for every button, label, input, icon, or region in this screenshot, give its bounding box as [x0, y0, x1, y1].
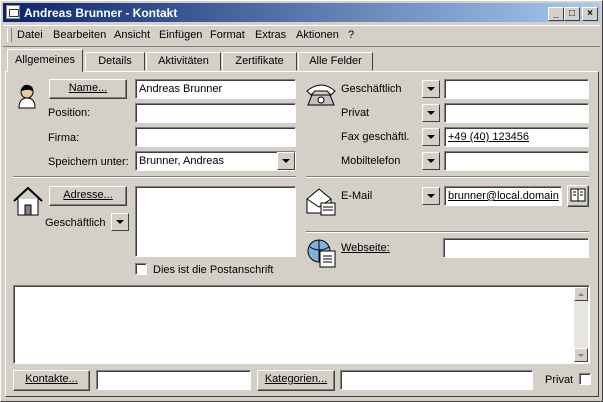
menu-grip	[7, 28, 12, 42]
tab-details[interactable]: Details	[85, 52, 145, 71]
menu-ansicht[interactable]: Ansicht	[114, 29, 150, 41]
email-icon	[306, 188, 336, 216]
person-icon	[18, 84, 36, 109]
private-checkbox[interactable]	[579, 373, 591, 385]
email-value[interactable]: brunner@local.domain	[448, 190, 559, 202]
private-label: Privat	[545, 374, 574, 386]
arrow-up-icon	[578, 293, 584, 296]
file-as-label: Speichern unter:	[48, 156, 129, 168]
mailing-address-checkbox[interactable]	[135, 263, 147, 275]
full-name-field[interactable]: Andreas Brunner	[135, 79, 296, 99]
tab-allgemeines[interactable]: Allgemeines	[7, 49, 83, 72]
notes-textarea[interactable]	[13, 285, 590, 364]
fax-business-field[interactable]: +49 (40) 123456	[444, 127, 589, 147]
mobile-phone-field[interactable]	[444, 151, 589, 171]
tab-alle-felder[interactable]: Alle Felder	[298, 52, 373, 71]
position-label: Position:	[48, 107, 91, 119]
company-label: Firma:	[48, 132, 80, 144]
left-separator	[13, 176, 296, 178]
menu-bearbeiten[interactable]: Bearbeiten	[53, 29, 106, 41]
mailing-address-label: Dies ist die Postanschrift	[153, 264, 274, 276]
fax-business-dropdown[interactable]	[422, 128, 440, 146]
file-as-value: Brunner, Andreas	[139, 155, 225, 167]
menu-help[interactable]: ?	[348, 29, 354, 41]
menu-einfuegen[interactable]: Einfügen	[159, 29, 202, 41]
name-button[interactable]: Name...	[49, 79, 127, 99]
menu-extras[interactable]: Extras	[255, 29, 286, 41]
phone-home-label: Privat	[341, 107, 370, 119]
menu-format[interactable]: Format	[210, 29, 245, 41]
web-page-label: Webseite:	[341, 242, 390, 254]
categories-button[interactable]: Kategorien...	[257, 370, 335, 391]
file-as-dropdown-button[interactable]	[277, 152, 295, 170]
phone-business-dropdown[interactable]	[422, 80, 440, 98]
menu-datei[interactable]: Datei	[17, 29, 43, 41]
phone-icon	[306, 84, 336, 106]
phone-home-field[interactable]	[444, 103, 589, 123]
mobile-phone-dropdown[interactable]	[422, 152, 440, 170]
company-field[interactable]	[135, 127, 296, 147]
tab-aktivitaeten[interactable]: Aktivitäten	[146, 52, 221, 71]
web-page-field[interactable]	[443, 238, 589, 258]
tab-zertifikate[interactable]: Zertifikate	[222, 52, 297, 71]
menu-bar: Datei Bearbeiten Ansicht Einfügen Format…	[3, 25, 600, 47]
phone-business-field[interactable]	[444, 79, 589, 99]
right-separator-2	[306, 231, 589, 233]
file-as-select[interactable]: Brunner, Andreas	[135, 151, 296, 171]
position-field[interactable]	[135, 103, 296, 123]
address-button[interactable]: Adresse...	[49, 186, 127, 206]
house-icon	[13, 186, 43, 216]
arrow-down-icon	[578, 354, 584, 357]
mobile-phone-label: Mobiltelefon	[341, 155, 401, 167]
email-field[interactable]: brunner@local.domain	[444, 186, 562, 206]
email-label: E-Mail	[341, 190, 373, 202]
scroll-up-button[interactable]	[574, 287, 588, 301]
phone-home-dropdown[interactable]	[422, 104, 440, 122]
contact-card-icon[interactable]	[6, 5, 20, 19]
fax-business-label: Fax geschäftl.	[341, 131, 410, 143]
address-book-button[interactable]	[567, 185, 589, 207]
menu-aktionen[interactable]: Aktionen	[296, 29, 339, 41]
contact-window: Andreas Brunner - Kontakt _ □ × Datei Be…	[0, 0, 603, 402]
window-title: Andreas Brunner - Kontakt	[24, 6, 178, 20]
contacts-field[interactable]	[96, 370, 251, 390]
categories-field[interactable]	[340, 370, 533, 390]
close-button[interactable]: ×	[582, 7, 598, 21]
contacts-button[interactable]: Kontakte...	[13, 370, 90, 391]
address-type-label: Geschäftlich	[45, 217, 106, 229]
maximize-button[interactable]: □	[564, 7, 580, 21]
email-dropdown[interactable]	[422, 187, 440, 205]
title-bar[interactable]: Andreas Brunner - Kontakt _ □ ×	[3, 3, 600, 22]
web-page-icon	[307, 239, 336, 268]
minimize-button[interactable]: _	[548, 7, 564, 21]
address-type-dropdown[interactable]	[111, 213, 129, 231]
address-textarea[interactable]	[135, 186, 296, 257]
fax-business-value[interactable]: +49 (40) 123456	[448, 131, 529, 143]
address-book-icon	[570, 188, 586, 202]
right-separator-1	[306, 176, 589, 178]
phone-business-label: Geschäftlich	[341, 83, 402, 95]
scroll-down-button[interactable]	[574, 348, 588, 362]
